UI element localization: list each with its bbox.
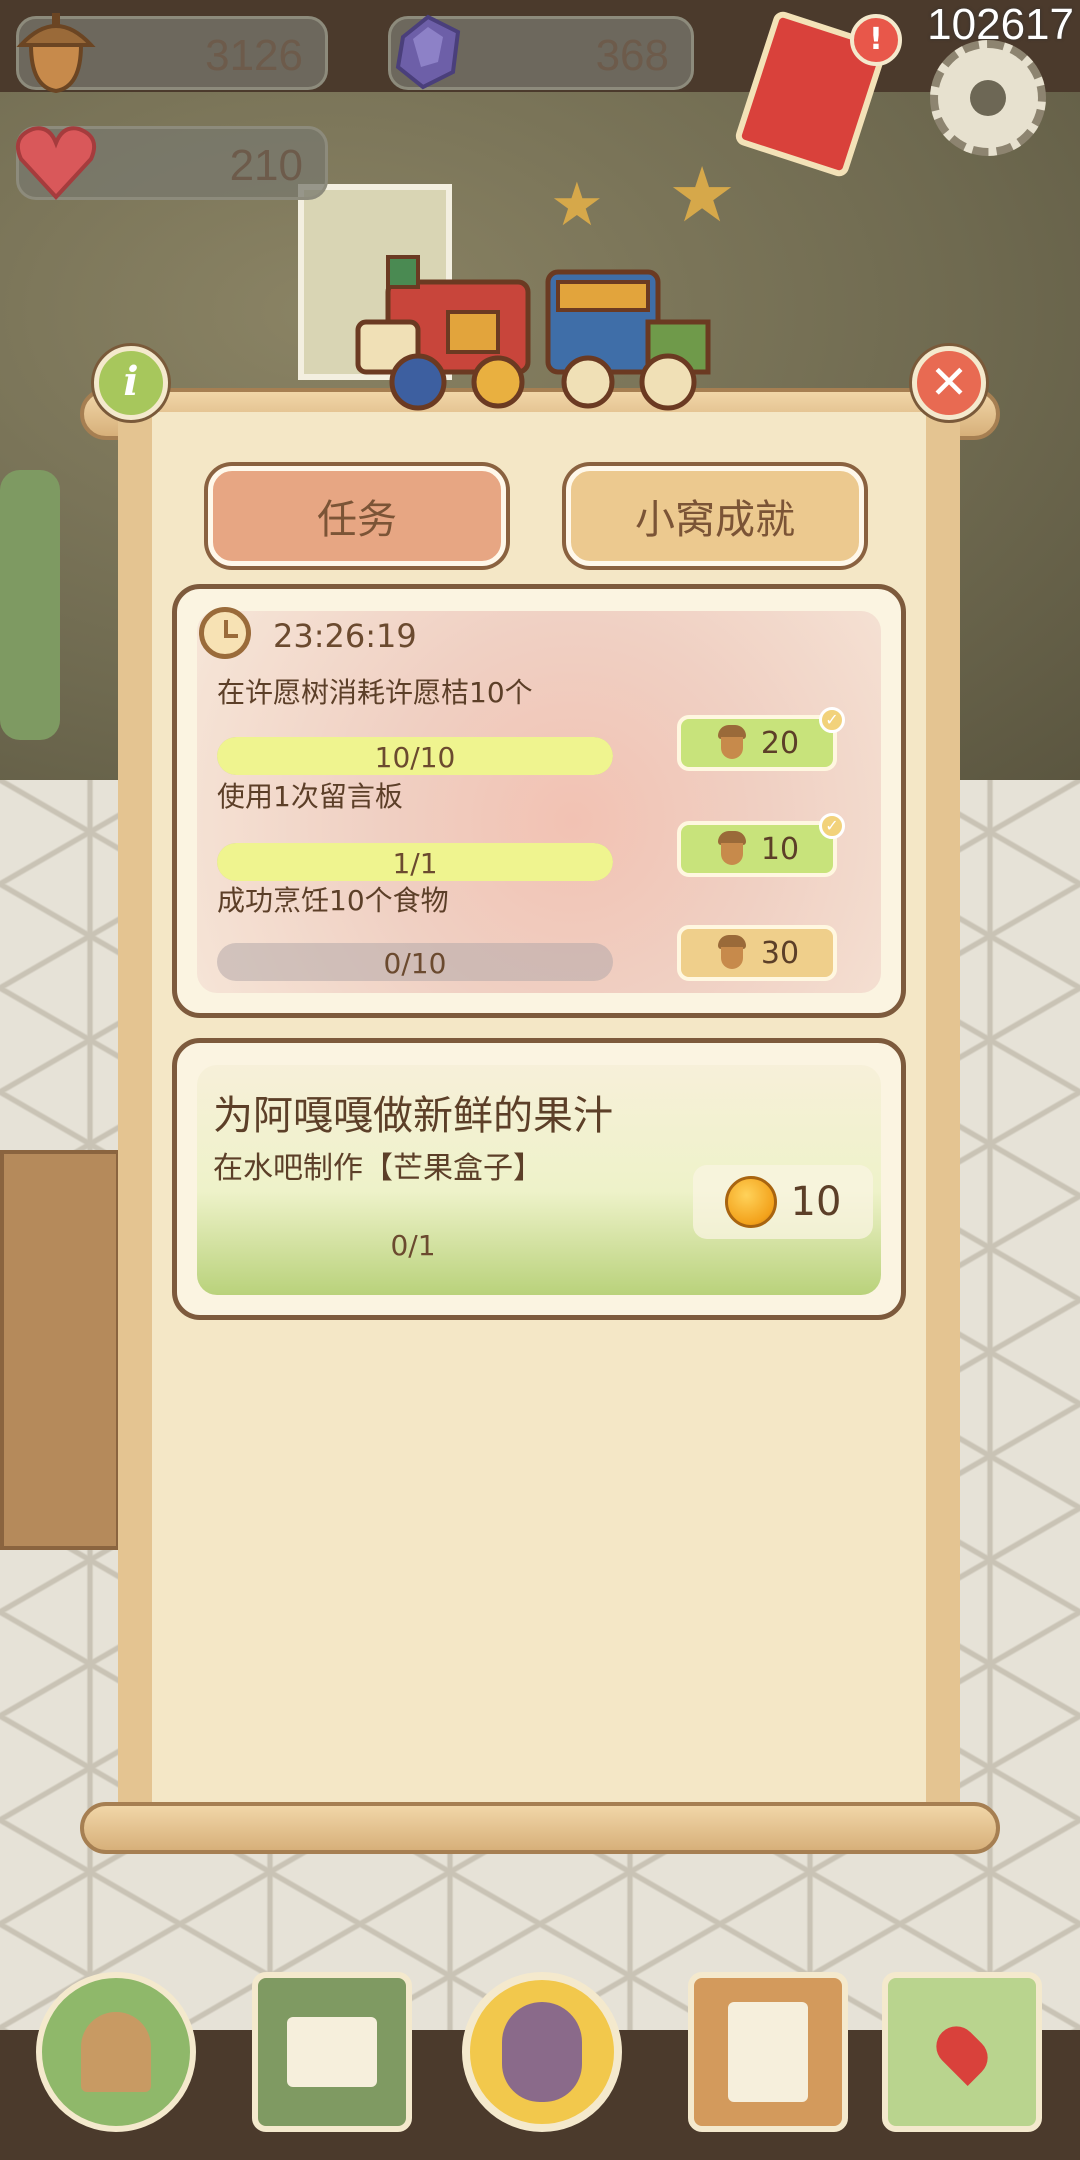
task-label: 使用1次留言板 [217, 780, 403, 813]
info-button[interactable]: i [94, 346, 168, 420]
reward-button[interactable]: 10 ✓ [677, 813, 845, 877]
nav-checklist-button[interactable] [688, 1972, 848, 2132]
quest-card[interactable]: 为阿嘎嘎做新鲜的果汁 在水吧制作【芒果盒子】 0/1 10 [172, 1038, 906, 1320]
bell-icon [724, 1176, 777, 1228]
acorn-icon [16, 13, 96, 94]
heart-counter: 210 [16, 126, 328, 200]
gem-icon [395, 14, 461, 90]
heart-count: 210 [229, 141, 303, 190]
star-decoration: ★ [668, 150, 737, 239]
task-progress-bar: 10/10 [217, 737, 613, 775]
reward-amount: 30 [760, 935, 800, 971]
countdown-timer: 23:26:19 [273, 617, 417, 655]
map-pin-icon [928, 2018, 996, 2086]
task-label: 在许愿树消耗许愿桔10个 [217, 676, 533, 709]
reward-button[interactable]: 20 ✓ [677, 707, 845, 771]
envelope-icon [287, 2017, 377, 2087]
shelf-decoration [0, 1150, 120, 1550]
quest-reward: 10 [693, 1165, 873, 1239]
clipboard-icon [728, 2002, 808, 2102]
progress-text: 1/1 [392, 847, 438, 880]
acorn-counter: 3126 [16, 13, 328, 94]
nav-map-button[interactable] [882, 1972, 1042, 2132]
reward-amount: 10 [760, 831, 800, 867]
daily-tasks-card: 23:26:19 在许愿树消耗许愿桔10个 10/10 20 ✓ 使用1次留言板… [172, 584, 906, 1018]
reward-button[interactable]: 30 [677, 925, 837, 981]
star-decoration: ★ [550, 170, 604, 240]
scroll-bottom-rod [80, 1802, 1000, 1854]
toy-train-decoration [355, 255, 711, 411]
nav-center-button[interactable] [462, 1972, 622, 2132]
quest-title: 为阿嘎嘎做新鲜的果汁 [213, 1093, 613, 1139]
nav-mail-button[interactable] [252, 1972, 412, 2132]
acorn-count: 3126 [205, 31, 303, 80]
treehouse-icon [81, 2012, 151, 2092]
quest-reward-amount: 10 [790, 1179, 842, 1225]
quest-description: 在水吧制作【芒果盒子】 [213, 1151, 543, 1186]
check-icon: ✓ [819, 707, 845, 733]
task-progress-bar: 0/10 [217, 943, 613, 981]
quest-progress: 0/1 [390, 1229, 436, 1262]
reward-amount: 20 [760, 725, 800, 761]
close-button[interactable]: ✕ [912, 346, 986, 420]
egg-icon [502, 2002, 582, 2102]
settings-gear-icon[interactable] [930, 40, 1046, 156]
nav-home-button[interactable] [36, 1972, 196, 2132]
task-label: 成功烹饪10个食物 [217, 884, 449, 917]
tab-home-achievements[interactable]: 小窝成就 [566, 466, 864, 566]
progress-text: 0/10 [383, 947, 447, 980]
acorn-icon [715, 831, 749, 867]
gem-count: 368 [595, 31, 669, 80]
heart-icon [16, 126, 96, 200]
task-progress-bar: 1/1 [217, 843, 613, 881]
check-icon: ✓ [819, 813, 845, 839]
plant-decoration [0, 470, 60, 740]
clock-icon [199, 607, 251, 659]
tab-tasks[interactable]: 任务 [208, 466, 506, 566]
gem-counter: 368 [388, 14, 694, 90]
acorn-icon [715, 935, 749, 971]
progress-text: 10/10 [374, 741, 456, 774]
acorn-icon [715, 725, 749, 761]
gift-alert-icon: ! [850, 14, 902, 66]
close-icon: ✕ [929, 355, 969, 409]
info-icon: i [123, 358, 139, 405]
